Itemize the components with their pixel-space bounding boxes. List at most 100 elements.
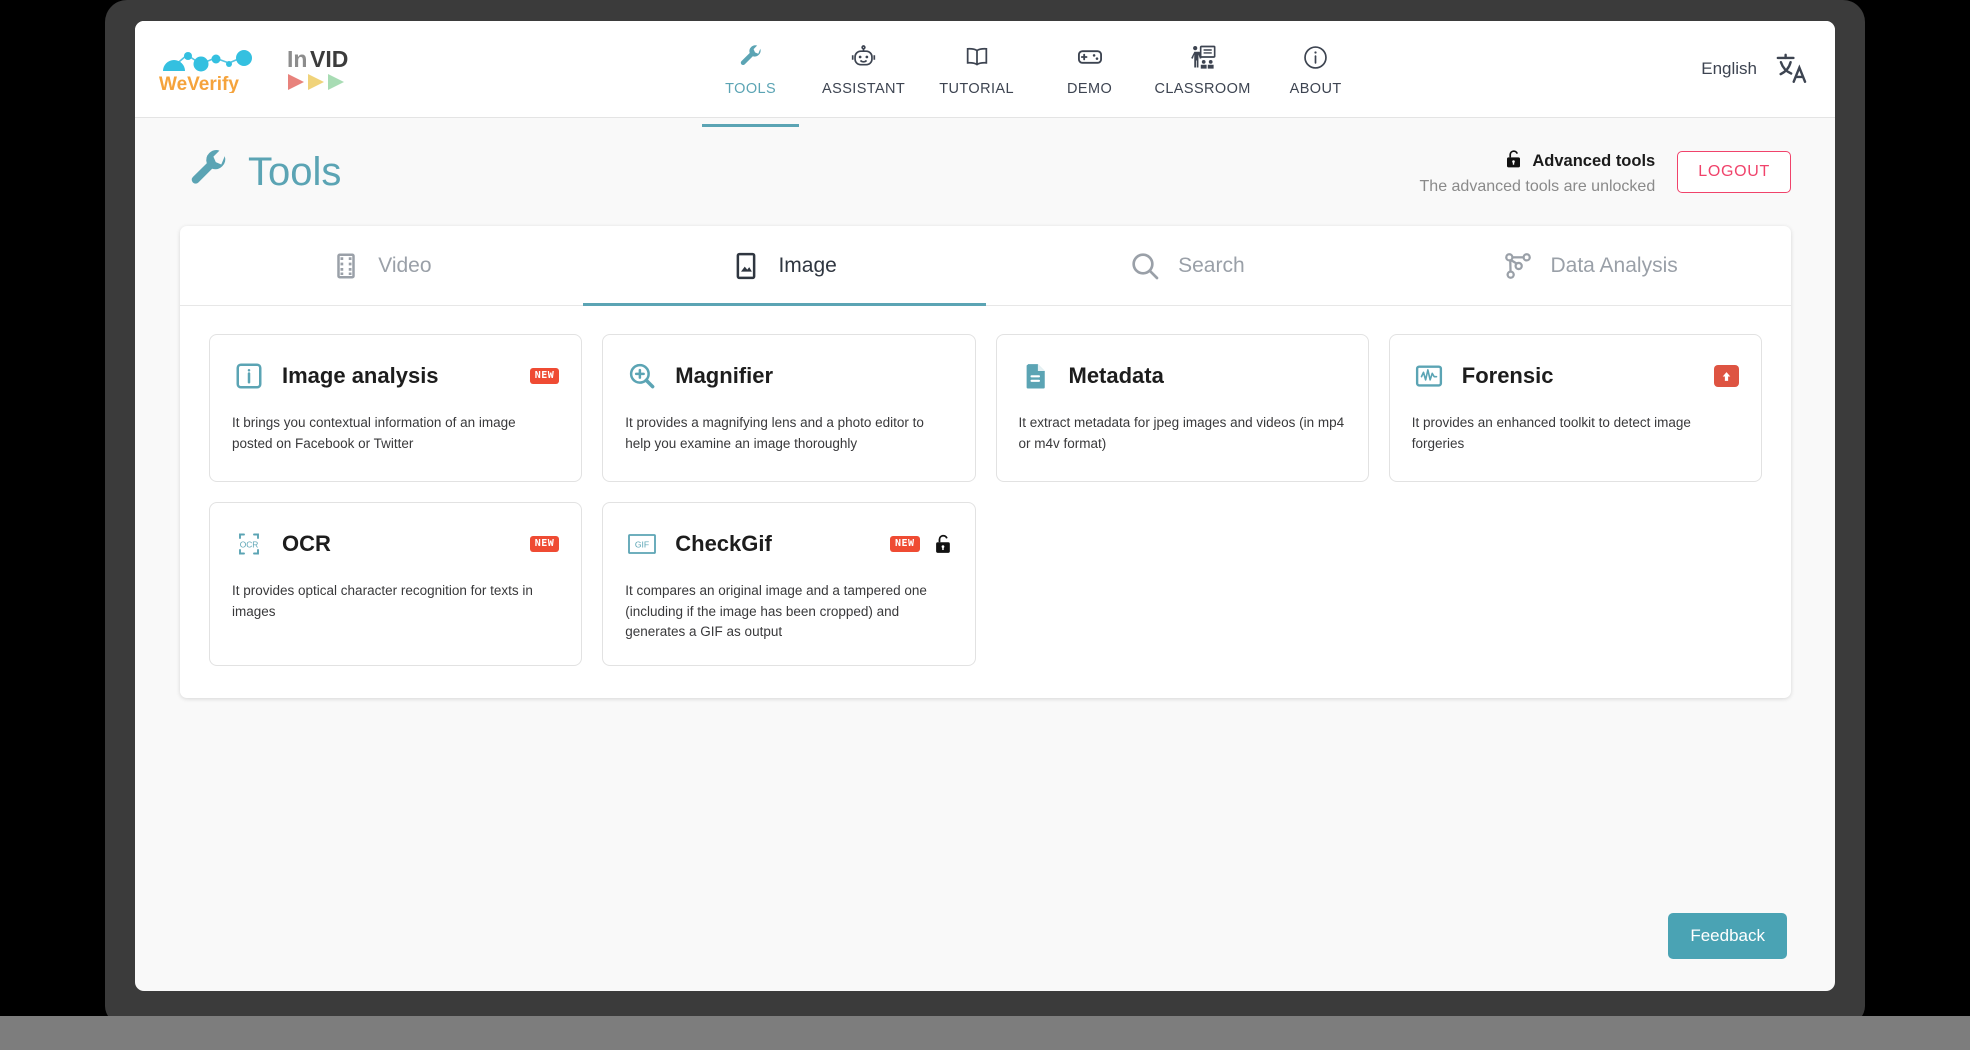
svg-text:GIF: GIF [635, 539, 649, 549]
brand-logos[interactable]: WeVerify In VID [135, 21, 365, 117]
tool-cards-grid: Image analysis NEW It brings you context… [180, 306, 1791, 676]
svg-text:OCR: OCR [240, 540, 259, 550]
new-badge: NEW [529, 536, 560, 552]
gamepad-icon [1076, 42, 1104, 72]
tool-card-forensic[interactable]: Forensic It provides an enhanced toolkit… [1388, 334, 1762, 482]
weverify-logo[interactable]: WeVerify [157, 45, 265, 93]
wrench-icon [187, 148, 231, 197]
feedback-button[interactable]: Feedback [1668, 913, 1787, 959]
invid-logo[interactable]: In VID [287, 45, 365, 93]
nav-item-demo[interactable]: DEMO [1033, 34, 1146, 118]
invid-vid-text: VID [310, 46, 348, 72]
card-description: It brings you contextual information of … [232, 415, 516, 451]
card-description: It provides a magnifying lens and a phot… [625, 415, 924, 451]
gif-square-icon: GIF [625, 527, 659, 561]
card-badges [1714, 365, 1739, 387]
header-right-controls: Advanced tools The advanced tools are un… [1420, 149, 1791, 196]
unlocked-padlock-icon [1505, 149, 1523, 174]
page-title: Tools [248, 149, 342, 194]
card-header: OCR OCR NEW [232, 527, 560, 561]
card-title: Forensic [1461, 363, 1554, 388]
upgrade-badge [1714, 365, 1739, 387]
page-title-group: Tools [187, 148, 341, 197]
card-description: It provides an enhanced toolkit to detec… [1411, 415, 1691, 451]
tool-card-ocr[interactable]: OCR OCR NEW It provides optical characte… [209, 502, 583, 666]
document-icon [1019, 359, 1053, 393]
info-square-icon [232, 359, 266, 393]
nav-label-assistant: ASSISTANT [822, 81, 906, 97]
tab-data-analysis[interactable]: Data Analysis [1388, 226, 1791, 305]
tool-card-checkgif[interactable]: GIF CheckGif NEW It compares an original… [602, 502, 976, 666]
tab-video[interactable]: Video [180, 226, 583, 305]
new-badge: NEW [529, 368, 560, 384]
book-icon [963, 42, 991, 72]
nav-right-controls: English [1701, 21, 1835, 117]
nav-item-tutorial[interactable]: TUTORIAL [920, 34, 1033, 118]
invid-in-text: In [287, 46, 307, 72]
card-description: It extract metadata for jpeg images and … [1018, 415, 1345, 451]
card-header: Forensic [1412, 359, 1739, 393]
advanced-tools-status: Advanced tools The advanced tools are un… [1419, 149, 1656, 196]
tool-card-magnifier[interactable]: Magnifier It provides a magnifying lens … [602, 334, 976, 482]
picture-icon [731, 251, 761, 281]
nav-item-classroom[interactable]: CLASSROOM [1146, 34, 1259, 118]
card-header: GIF CheckGif NEW [625, 527, 952, 561]
nav-label-classroom: CLASSROOM [1154, 81, 1251, 97]
nav-item-tools[interactable]: TOOLS [694, 34, 807, 127]
weverify-wordmark: WeVerify [159, 74, 239, 93]
invid-triangle-yellow [308, 74, 324, 90]
tab-label-video: Video [378, 253, 432, 277]
tool-category-tabs: Video Image Search Data Analysis [180, 226, 1791, 306]
nav-label-about: ABOUT [1289, 81, 1342, 97]
ocr-brackets-icon: OCR [232, 527, 266, 561]
robot-icon [850, 42, 877, 72]
advanced-tools-subtitle: The advanced tools are unlocked [1419, 177, 1656, 195]
device-base [0, 1016, 1970, 1050]
new-badge: NEW [889, 536, 920, 552]
card-title: Magnifier [675, 363, 774, 388]
logout-button[interactable]: LOGOUT [1677, 151, 1791, 193]
tab-label-data-analysis: Data Analysis [1550, 253, 1678, 277]
invid-triangle-red [288, 74, 304, 90]
tool-card-metadata[interactable]: Metadata It extract metadata for jpeg im… [995, 334, 1369, 482]
graph-nodes-icon [1502, 250, 1534, 282]
nav-label-demo: DEMO [1067, 81, 1113, 97]
card-title: Image analysis [282, 363, 439, 388]
tab-label-search: Search [1178, 253, 1245, 277]
tool-card-image-analysis[interactable]: Image analysis NEW It brings you context… [209, 334, 583, 482]
nav-label-tools: TOOLS [725, 81, 777, 97]
advanced-tools-row: Advanced tools [1505, 149, 1655, 174]
card-title: CheckGif [675, 531, 772, 556]
card-header: Magnifier [625, 359, 952, 393]
card-badges: NEW [529, 536, 560, 552]
invid-triangle-green [328, 74, 344, 90]
tab-label-image: Image [778, 253, 837, 277]
main-nav-items: TOOLS ASSISTANT TUTORIAL DEMO CLASSROOM … [365, 21, 1701, 127]
tab-search[interactable]: Search [986, 226, 1389, 305]
language-label[interactable]: English [1701, 59, 1757, 79]
nav-item-assistant[interactable]: ASSISTANT [807, 34, 920, 118]
page-header: Tools Advanced tools The advanced tools … [135, 118, 1835, 226]
card-header: Metadata [1019, 359, 1346, 393]
info-icon [1302, 42, 1329, 72]
advanced-tools-title: Advanced tools [1532, 151, 1656, 170]
card-title: OCR [282, 531, 331, 556]
nav-label-tutorial: TUTORIAL [939, 81, 1014, 97]
card-description: It provides optical character recognitio… [232, 583, 533, 619]
card-badges: NEW [529, 368, 560, 384]
top-navigation-bar: WeVerify In VID TOOLS ASSISTANT TUTORIAL… [135, 21, 1835, 127]
tab-image[interactable]: Image [582, 226, 986, 306]
unlocked-padlock-icon [934, 533, 953, 555]
search-icon [1129, 250, 1161, 282]
card-title: Metadata [1068, 363, 1164, 388]
waveform-square-icon [1412, 359, 1446, 393]
tools-panel: Video Image Search Data Analysis Image a… [180, 226, 1791, 698]
card-description: It compares an original image and a tamp… [625, 583, 927, 640]
card-header: Image analysis NEW [232, 359, 560, 393]
nav-item-about[interactable]: ABOUT [1259, 34, 1372, 118]
film-strip-icon [331, 251, 361, 281]
magnifier-plus-icon [625, 359, 659, 393]
classroom-icon [1189, 42, 1217, 72]
browser-viewport: WeVerify In VID TOOLS ASSISTANT TUTORIAL… [135, 21, 1835, 991]
translate-icon[interactable] [1775, 52, 1809, 86]
